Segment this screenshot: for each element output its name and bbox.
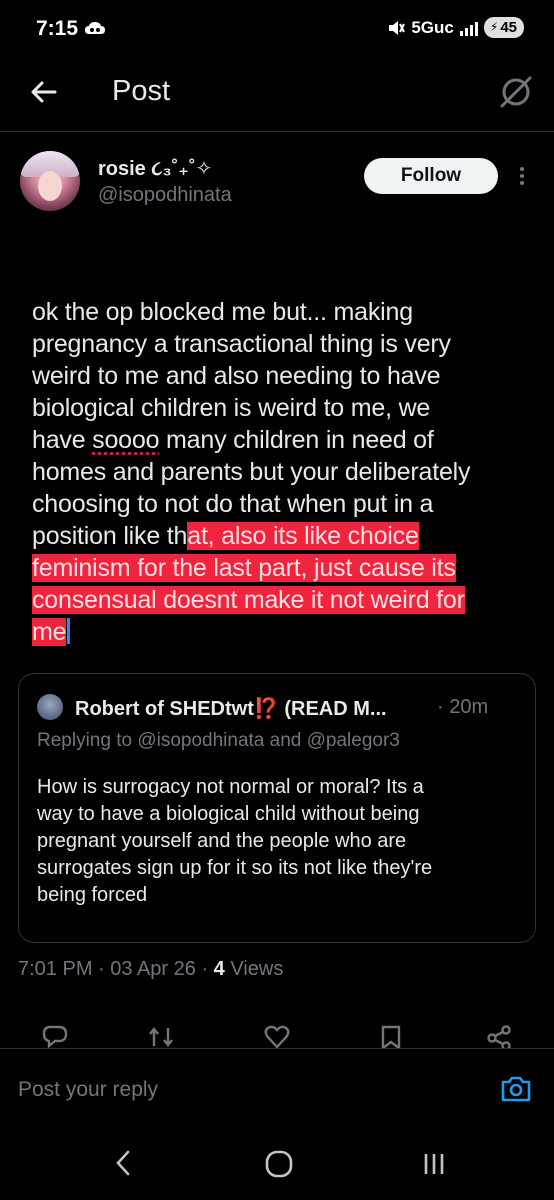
- cloud-app-icon: [85, 22, 105, 34]
- post-line: weird to me and also needing to have: [32, 360, 532, 392]
- highlighted-text: at, also its like choice: [187, 522, 419, 550]
- post-line: choosing to not do that when put in a: [32, 488, 532, 520]
- quoted-author-avatar: [37, 694, 63, 720]
- camera-icon[interactable]: [500, 1074, 532, 1104]
- post-line: ok the op blocked me but... making: [32, 296, 532, 328]
- post-date: 7:01 PM · 03 Apr 26 ·: [18, 958, 214, 980]
- views-count: 4: [213, 958, 225, 980]
- misspelled-word: soooo: [92, 426, 160, 454]
- quoted-line: being forced: [37, 884, 148, 906]
- views-label: Views: [224, 958, 284, 980]
- network-type: 5Guc: [411, 17, 454, 37]
- post-text-segment: choosing to not do that when put in a: [32, 490, 434, 518]
- status-indicators: 5Guc ⚡ 45: [387, 17, 524, 38]
- quoted-replying-to: Replying to @isopodhinata and @palegor3: [37, 730, 400, 751]
- post-line: biological children is weird to me, we: [32, 392, 532, 424]
- post-line: homes and parents but your deliberately: [32, 456, 532, 488]
- share-icon[interactable]: [486, 1024, 512, 1048]
- post-text-segment: homes and parents but your deliberately: [32, 458, 471, 486]
- post-line: consensual doesnt make it not weird for: [32, 584, 532, 616]
- like-icon[interactable]: [264, 1024, 290, 1048]
- top-app-bar: Post: [0, 60, 554, 132]
- post-line: have soooo many children in need of: [32, 424, 532, 456]
- status-time: 7:15: [36, 17, 79, 40]
- follow-button[interactable]: Follow: [364, 158, 498, 194]
- post-text-segment: biological children is weird to me, we: [32, 394, 431, 422]
- battery-level: 45: [500, 19, 517, 36]
- post-line: me: [32, 616, 532, 648]
- highlighted-text: me: [32, 618, 67, 646]
- battery-indicator: ⚡ 45: [483, 17, 524, 38]
- nav-home-icon[interactable]: [265, 1150, 293, 1178]
- author-handle[interactable]: @isopodhinata: [98, 184, 232, 207]
- grok-icon[interactable]: [498, 74, 534, 110]
- quoted-line: pregnant yourself and the people who are: [37, 830, 407, 852]
- post-text-segment: ok the op blocked me but... making: [32, 298, 413, 326]
- reply-divider: [0, 1048, 554, 1049]
- avatar-face: [38, 171, 62, 201]
- quoted-line: surrogates sign up for it so its not lik…: [37, 857, 433, 879]
- quoted-line: How is surrogacy not normal or moral? It…: [37, 776, 424, 798]
- more-options-icon[interactable]: [516, 164, 528, 188]
- post-text-segment: pregnancy a transactional thing is very: [32, 330, 451, 358]
- nav-recents-icon[interactable]: [422, 1152, 446, 1176]
- reply-icon[interactable]: [42, 1024, 68, 1048]
- text-cursor: [67, 618, 71, 644]
- post-line: feminism for the last part, just cause i…: [32, 552, 532, 584]
- signal-icon: [459, 20, 478, 36]
- status-bar: 7:15 5Guc ⚡ 45: [0, 0, 554, 60]
- repost-icon[interactable]: [148, 1024, 174, 1048]
- quoted-post-time: · 20m: [437, 696, 489, 718]
- page-title: Post: [112, 75, 171, 107]
- post-body: ok the op blocked me but... making pregn…: [32, 296, 532, 648]
- nav-back-icon[interactable]: [112, 1148, 134, 1178]
- author-display-name[interactable]: rosie ૮₃˚₊˚✧: [98, 156, 212, 181]
- quoted-post-card[interactable]: Robert of SHEDtwt⁉️ (READ M... · 20m Rep…: [18, 673, 536, 943]
- author-avatar[interactable]: [20, 151, 80, 211]
- post-text-segment: many children in need of: [159, 426, 434, 454]
- quoted-post-body: How is surrogacy not normal or moral? It…: [37, 774, 517, 909]
- highlighted-text: feminism for the last part, just cause i…: [32, 554, 456, 582]
- post-text-segment: have: [32, 426, 93, 454]
- action-bar: [0, 1022, 554, 1048]
- quoted-line: way to have a biological child without b…: [37, 803, 420, 825]
- post-text-segment: position like th: [32, 522, 188, 550]
- bookmark-icon[interactable]: [378, 1024, 404, 1048]
- mute-icon: [389, 20, 406, 35]
- post-text-segment: weird to me and also needing to have: [32, 362, 441, 390]
- post-line: position like that, also its like choice: [32, 520, 532, 552]
- highlighted-text: consensual doesnt make it not weird for: [32, 586, 465, 614]
- reply-input[interactable]: [18, 1074, 458, 1106]
- quoted-author-name: Robert of SHEDtwt⁉️ (READ M...: [75, 698, 387, 720]
- post-timestamp: 7:01 PM · 03 Apr 26 · 4 Views: [18, 958, 283, 981]
- back-arrow-icon[interactable]: [28, 76, 60, 108]
- post-line: pregnancy a transactional thing is very: [32, 328, 532, 360]
